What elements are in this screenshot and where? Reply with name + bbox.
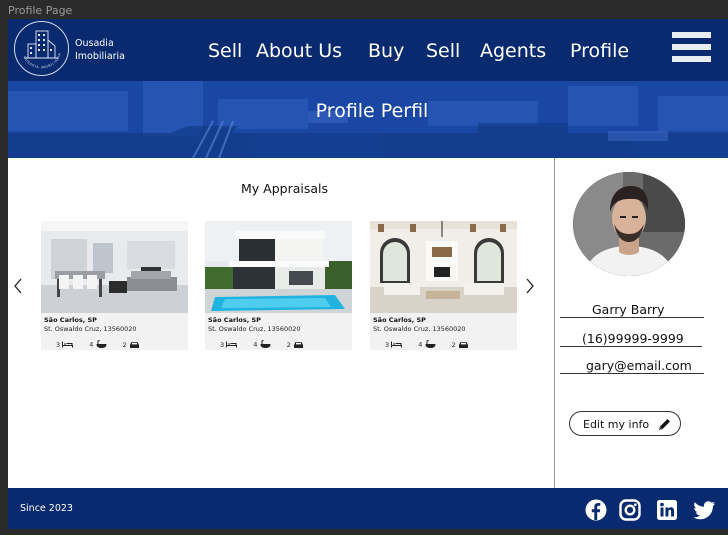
nav-profile[interactable]: Profile (570, 40, 629, 62)
car-icon (458, 341, 468, 348)
bath-count: 4 (418, 340, 423, 349)
card-stats: 3 4 2 (56, 340, 154, 349)
card-address: St. Oswaldo Cruz, 13560020 (44, 325, 137, 333)
bathtub-icon (425, 340, 436, 348)
bed-stat: 3 (385, 340, 403, 349)
chevron-left-icon[interactable] (11, 277, 25, 295)
bed-count: 3 (220, 340, 225, 349)
appraisal-card[interactable]: São Carlos, SP St. Oswaldo Cruz, 1356002… (41, 221, 188, 350)
nav-about-us[interactable]: About Us (256, 40, 342, 62)
facebook-icon[interactable] (585, 499, 607, 521)
bath-stat: 4 (253, 340, 271, 349)
bath-stat: 4 (89, 340, 107, 349)
brand-line-1: Ousadia (75, 38, 114, 49)
pencil-icon (659, 419, 670, 430)
top-navbar: OUSADIA IMOBILIARIA Ousadia Imobiliaria … (8, 19, 728, 81)
garage-count: 2 (122, 340, 127, 349)
bed-icon (226, 341, 238, 348)
bed-icon (391, 341, 403, 348)
garage-count: 2 (286, 340, 291, 349)
nav-sell[interactable]: Sell (208, 40, 242, 62)
car-icon (293, 341, 303, 348)
nav-buy[interactable]: Buy (368, 40, 404, 62)
edit-info-label: Edit my info (583, 418, 650, 431)
bath-count: 4 (253, 340, 258, 349)
garage-stat: 2 (123, 341, 140, 349)
footer: Since 2023 (8, 488, 728, 529)
bed-count: 3 (56, 340, 61, 349)
frame-label: Profile Page (8, 4, 73, 17)
bed-count: 3 (385, 340, 390, 349)
chevron-right-icon[interactable] (523, 277, 537, 295)
footer-since: Since 2023 (20, 503, 73, 514)
building-logo-icon: OUSADIA IMOBILIARIA (22, 30, 61, 70)
bed-stat: 3 (220, 340, 238, 349)
hamburger-menu-icon[interactable] (672, 32, 712, 68)
card-stats: 3 4 2 (385, 340, 483, 349)
house-photo (41, 221, 188, 313)
profile-phone: (16)99999-9999 (582, 331, 684, 346)
brand-logo[interactable]: OUSADIA IMOBILIARIA (14, 21, 69, 76)
email-underline (560, 373, 704, 374)
card-address: St. Oswaldo Cruz, 13560020 (208, 325, 301, 333)
card-address: St. Oswaldo Cruz, 13560020 (373, 325, 466, 333)
card-city: São Carlos, SP (44, 316, 97, 324)
brand-name: Ousadia Imobiliaria (75, 37, 125, 63)
twitter-icon[interactable] (692, 499, 715, 521)
page-title: Profile Perfil (315, 100, 429, 122)
appraisal-card[interactable]: São Carlos, SP St. Oswaldo Cruz, 1356002… (205, 221, 352, 350)
garage-stat: 2 (452, 341, 469, 349)
profile-page: OUSADIA IMOBILIARIA Ousadia Imobiliaria … (8, 19, 728, 529)
bathtub-icon (96, 340, 107, 348)
bathtub-icon (260, 340, 271, 348)
edit-info-button[interactable]: Edit my info (569, 411, 681, 436)
garage-count: 2 (451, 340, 456, 349)
house-photo (370, 221, 517, 313)
bath-count: 4 (89, 340, 94, 349)
appraisal-card[interactable]: São Carlos, SP St. Oswaldo Cruz, 1356002… (370, 221, 517, 350)
house-photo (205, 221, 352, 313)
hero-banner: Profile Perfil (8, 81, 728, 158)
brand-line-2: Imobiliaria (75, 51, 126, 62)
appraisals-title: My Appraisals (241, 181, 329, 196)
nav-agents[interactable]: Agents (480, 40, 546, 62)
name-underline (560, 317, 704, 318)
card-city: São Carlos, SP (208, 316, 261, 324)
linkedin-icon[interactable] (656, 499, 678, 521)
profile-name: Garry Barry (592, 302, 665, 317)
nav-sell-2[interactable]: Sell (426, 40, 460, 62)
instagram-icon[interactable] (619, 499, 641, 521)
content-divider (554, 158, 555, 488)
garage-stat: 2 (287, 341, 304, 349)
bed-stat: 3 (56, 340, 74, 349)
card-city: São Carlos, SP (373, 316, 426, 324)
profile-email: gary@email.com (586, 358, 692, 373)
car-icon (129, 341, 139, 348)
bed-icon (62, 341, 74, 348)
card-stats: 3 4 2 (220, 340, 318, 349)
phone-underline (560, 346, 702, 347)
bath-stat: 4 (418, 340, 436, 349)
avatar (573, 172, 685, 276)
